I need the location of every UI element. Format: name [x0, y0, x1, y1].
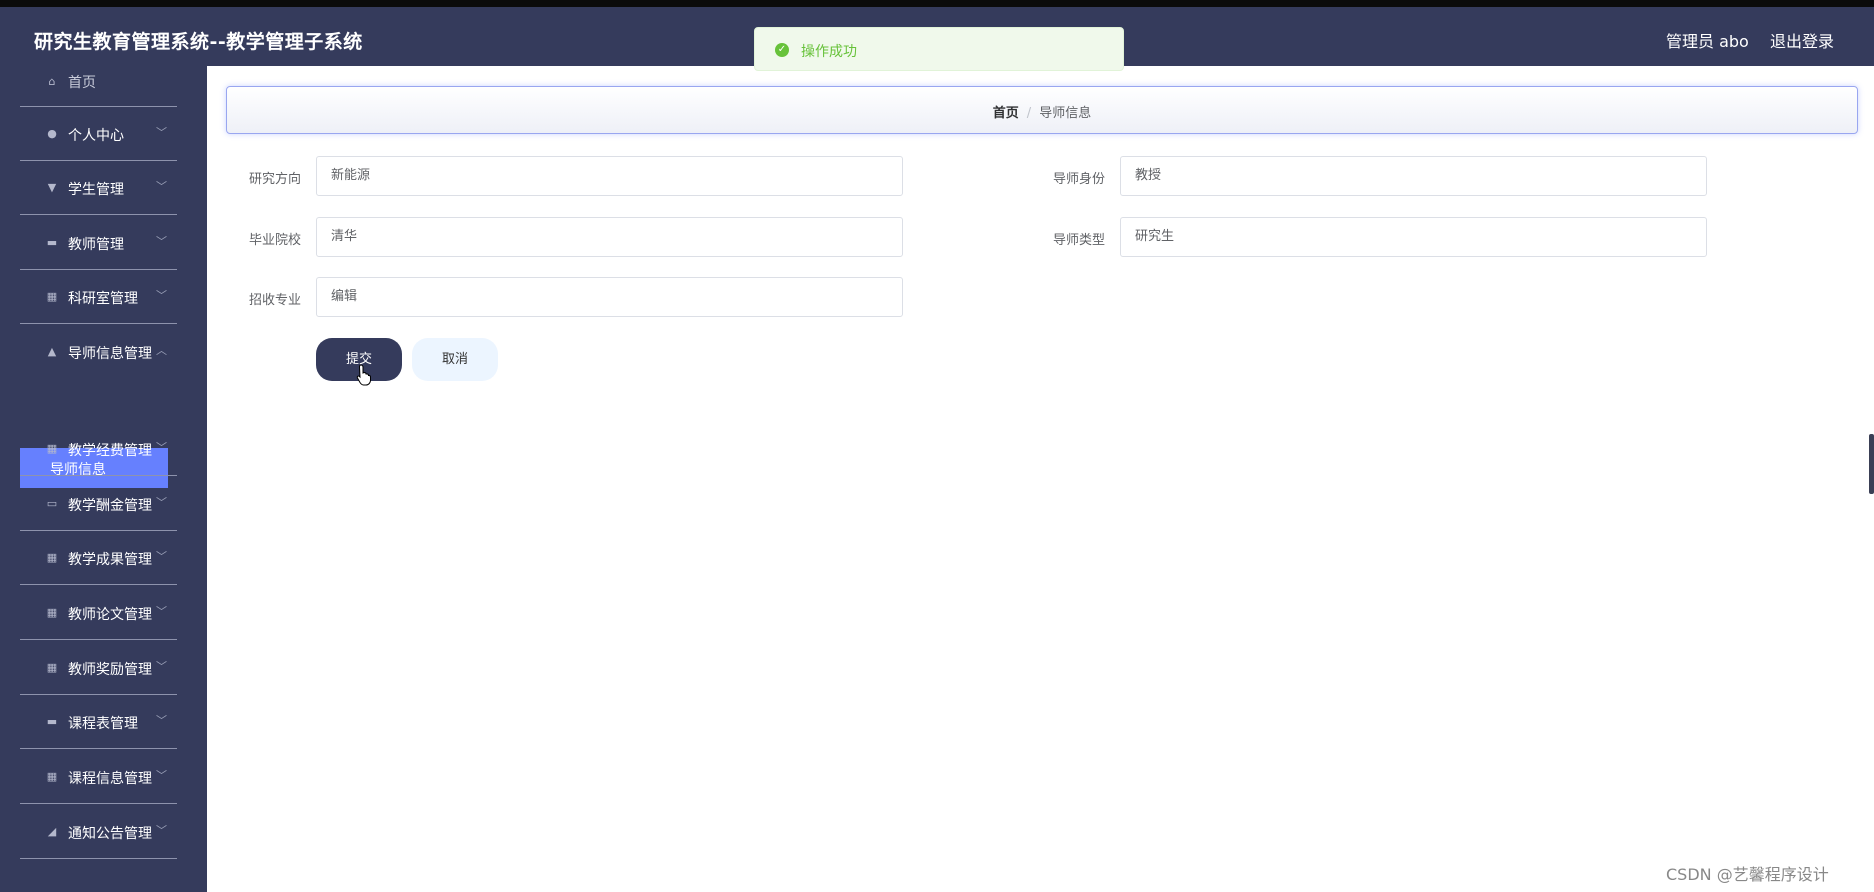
- sidebar-item-teaching-funds[interactable]: ▦ 教学经费管理 ﹀: [20, 422, 177, 476]
- breadcrumb-trail: 首页 / 导师信息: [227, 102, 1857, 121]
- sidebar-item-students[interactable]: ▼ 学生管理 ﹀: [20, 161, 177, 215]
- teacher-icon: ▬: [46, 236, 58, 249]
- research-direction-label: 研究方向: [249, 172, 302, 187]
- chevron-down-icon: ﹀: [156, 714, 167, 727]
- sidebar-item-teaching-pay[interactable]: ▭ 教学酬金管理 ﹀: [20, 477, 177, 531]
- major-field[interactable]: 编辑: [316, 277, 903, 317]
- sidebar-item-personal-center[interactable]: ● 个人中心 ﹀: [20, 107, 177, 161]
- sidebar-item-label: 通知公告管理: [68, 826, 152, 842]
- scrollbar-handle[interactable]: [1869, 434, 1874, 494]
- chevron-down-icon: ﹀: [156, 126, 167, 139]
- toast-message: 操作成功: [801, 44, 857, 60]
- advisor-type-field[interactable]: 研究生: [1120, 217, 1707, 257]
- sidebar-item-label: 教师奖励管理: [68, 662, 152, 678]
- sidebar-item-label: 教学成果管理: [68, 552, 152, 568]
- breadcrumb-current: 导师信息: [1039, 106, 1092, 121]
- app-title: 研究生教育管理系统--教学管理子系统: [34, 31, 363, 53]
- chat-icon: ▬: [46, 715, 58, 728]
- research-direction-field[interactable]: 新能源: [316, 156, 903, 196]
- watermark: CSDN @艺馨程序设计: [1666, 865, 1829, 884]
- person-icon: ▲: [47, 345, 57, 358]
- sidebar-item-label: 课程表管理: [68, 716, 138, 732]
- chevron-down-icon: ﹀: [156, 289, 167, 302]
- major-label: 招收专业: [249, 293, 302, 308]
- sidebar-item-label: 首页: [68, 75, 96, 91]
- graduate-school-label: 毕业院校: [249, 233, 302, 248]
- breadcrumb: 首页 / 导师信息: [226, 86, 1858, 134]
- chevron-down-icon: ﹀: [156, 550, 167, 563]
- grid-icon: ▦: [46, 770, 58, 783]
- chevron-down-icon: ﹀: [156, 605, 167, 618]
- sidebar-item-research-rooms[interactable]: ▦ 科研室管理 ﹀: [20, 270, 177, 324]
- sidebar-item-label: 教学经费管理: [68, 443, 152, 459]
- sidebar-item-teacher-awards[interactable]: ▦ 教师奖励管理 ﹀: [20, 641, 177, 695]
- advisor-identity-field[interactable]: 教授: [1120, 156, 1707, 196]
- cancel-button[interactable]: 取消: [412, 338, 498, 381]
- student-icon: ▼: [47, 181, 57, 194]
- check-circle-icon: ✓: [775, 43, 789, 57]
- chevron-down-icon: ﹀: [156, 660, 167, 673]
- sidebar-item-label: 导师信息管理: [68, 346, 152, 362]
- grid-icon: ▦: [46, 606, 58, 619]
- chevron-down-icon: ﹀: [156, 180, 167, 193]
- chevron-down-icon: ﹀: [156, 441, 167, 454]
- notice-icon: ◢: [47, 825, 57, 838]
- breadcrumb-separator: /: [1026, 106, 1032, 121]
- sidebar-item-teachers[interactable]: ▬ 教师管理 ﹀: [20, 216, 177, 270]
- sidebar-item-teacher-papers[interactable]: ▦ 教师论文管理 ﹀: [20, 586, 177, 640]
- graduate-school-field[interactable]: 清华: [316, 217, 903, 257]
- logout-link[interactable]: 退出登录: [1770, 28, 1834, 52]
- sidebar-item-notices[interactable]: ◢ 通知公告管理 ﹀: [20, 805, 177, 859]
- chevron-down-icon: ﹀: [156, 769, 167, 782]
- monitor-icon: ▭: [46, 497, 58, 510]
- breadcrumb-home-link[interactable]: 首页: [993, 106, 1019, 121]
- chevron-down-icon: ﹀: [156, 496, 167, 509]
- advisor-type-label: 导师类型: [1053, 233, 1106, 248]
- chevron-up-icon: ︿: [156, 344, 167, 357]
- hand-cursor-icon: [356, 364, 371, 386]
- sidebar-item-label: 课程信息管理: [68, 771, 152, 787]
- chevron-down-icon: ﹀: [156, 235, 167, 248]
- sidebar: ⌂ 首页 ● 个人中心 ﹀ ▼ 学生管理 ﹀ ▬ 教师管理 ﹀ ▦ 科研室管理 …: [0, 66, 207, 892]
- sidebar-item-home[interactable]: ⌂ 首页: [20, 66, 177, 107]
- sidebar-item-label: 个人中心: [68, 128, 124, 144]
- sidebar-item-teaching-results[interactable]: ▦ 教学成果管理 ﹀: [20, 531, 177, 585]
- home-icon: ⌂: [48, 75, 56, 88]
- sidebar-item-schedule[interactable]: ▬ 课程表管理 ﹀: [20, 695, 177, 749]
- grid-icon: ▦: [46, 442, 58, 455]
- sidebar-item-label: 教师论文管理: [68, 607, 152, 623]
- user-icon: ●: [47, 127, 57, 140]
- current-user-label: 管理员 abo: [1666, 32, 1749, 51]
- sidebar-item-label: 科研室管理: [68, 291, 138, 307]
- success-toast: ✓ 操作成功: [754, 27, 1124, 71]
- sidebar-item-label: 学生管理: [68, 182, 124, 198]
- sidebar-item-course-info[interactable]: ▦ 课程信息管理 ﹀: [20, 750, 177, 804]
- chevron-down-icon: ﹀: [156, 824, 167, 837]
- grid-icon: ▦: [46, 290, 58, 303]
- sidebar-item-label: 教师管理: [68, 237, 124, 253]
- window-top-border: [0, 0, 1874, 7]
- sidebar-item-label: 教学酬金管理: [68, 498, 152, 514]
- grid-icon: ▦: [46, 661, 58, 674]
- sidebar-item-advisor-info[interactable]: ▲ 导师信息管理 ︿: [20, 325, 177, 379]
- advisor-identity-label: 导师身份: [1053, 172, 1106, 187]
- grid-icon: ▦: [46, 551, 58, 564]
